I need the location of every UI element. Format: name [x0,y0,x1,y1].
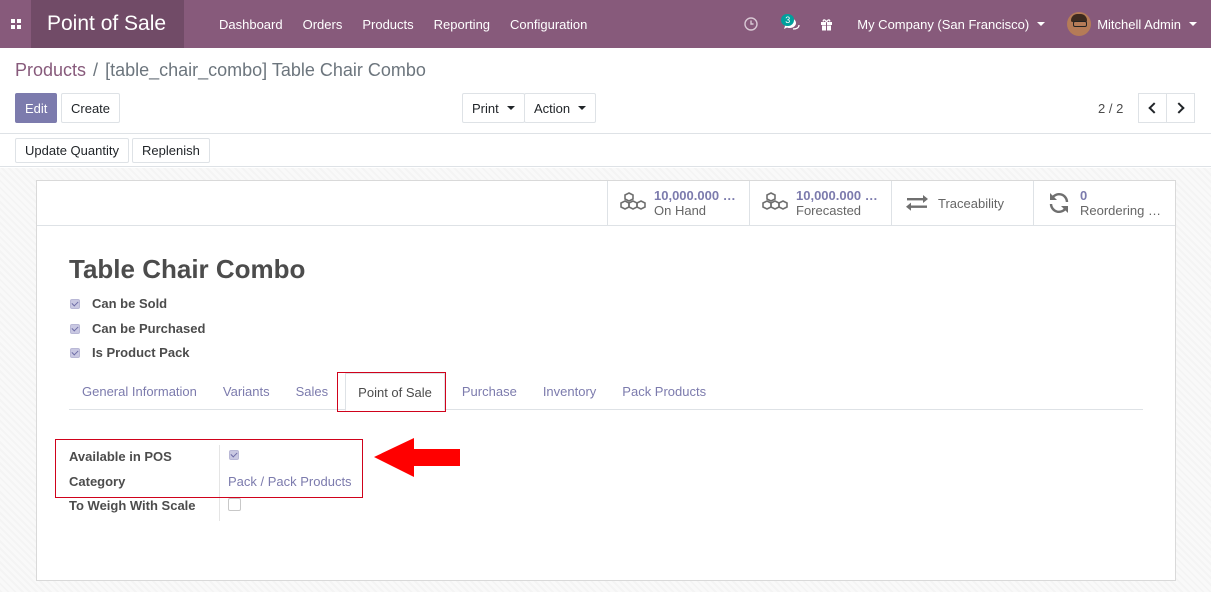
action-dropdown[interactable]: Action [524,93,596,123]
replenish-button[interactable]: Replenish [132,138,210,163]
print-label: Print [472,100,499,116]
to-weigh-with-scale-label: To Weigh With Scale [69,498,196,513]
pointer-arrow-icon [374,438,460,477]
pager-previous-button[interactable] [1138,93,1167,123]
messaging-button[interactable]: 3 [770,0,812,48]
caret-down-icon [1189,22,1197,26]
smart-button-box: 10,000.000 Units On Hand 10,000.000 Unit… [607,181,1175,225]
edit-button[interactable]: Edit [15,93,57,123]
is-product-pack-checkbox[interactable] [70,347,80,358]
navbar-systray: 3 My Company (San Francisco) Mitchell Ad… [736,0,1211,48]
tab-variants[interactable]: Variants [210,373,283,410]
user-menu[interactable]: Mitchell Admin [1067,12,1197,36]
company-name: My Company (San Francisco) [857,16,1030,32]
forecasted-button[interactable]: 10,000.000 Units Forecasted [749,181,891,225]
reordering-rules-label: Reordering Rules [1080,203,1170,218]
pager-value: 2 / 2 [1098,101,1124,116]
is-product-pack-row: Is Product Pack [70,345,190,360]
sheet-divider [37,225,1175,226]
activity-clock-icon[interactable] [736,0,766,48]
user-avatar [1067,12,1092,36]
user-name: Mitchell Admin [1097,16,1181,32]
chevron-right-icon [1173,102,1185,114]
menu-orders[interactable]: Orders [303,17,343,32]
tab-inventory[interactable]: Inventory [530,373,609,410]
product-name: Table Chair Combo [69,254,306,284]
tab-general-information[interactable]: General Information [69,373,210,410]
main-menu: Dashboard Orders Products Reporting Conf… [219,17,607,32]
form-sheet: 10,000.000 Units On Hand 10,000.000 Unit… [36,180,1176,581]
update-quantity-button[interactable]: Update Quantity [15,138,129,163]
on-hand-button[interactable]: 10,000.000 Units On Hand [607,181,749,225]
menu-dashboard[interactable]: Dashboard [219,17,283,32]
forecasted-value: 10,000.000 Units [796,188,886,203]
to-weigh-with-scale-checkbox[interactable] [228,498,241,511]
tab-sales[interactable]: Sales [283,373,342,410]
print-dropdown[interactable]: Print [462,93,525,123]
action-label: Action [534,100,571,116]
on-hand-label: On Hand [654,203,707,218]
company-switcher[interactable]: My Company (San Francisco) [857,16,1046,32]
form-tabs: General Information Variants Sales Point… [69,373,1143,411]
top-navbar: Point of Sale Dashboard Orders Products … [0,0,1211,48]
caret-down-icon [578,106,587,110]
chat-count-badge: 3 [781,14,795,26]
apps-menu-button[interactable] [0,0,31,48]
breadcrumb-current: [table_chair_combo] Table Chair Combo [105,60,426,80]
can-be-sold-label: Can be Sold [92,296,168,311]
grid-icon [10,19,21,29]
breadcrumb: Products / [table_chair_combo] Table Cha… [15,60,426,81]
exchange-icon [906,195,928,211]
reordering-rules-button[interactable]: 0 Reordering Rules [1033,181,1175,225]
forecasted-label: Forecasted [796,203,862,218]
can-be-sold-checkbox[interactable] [70,298,80,309]
traceability-button[interactable]: Traceability [891,181,1033,225]
chevron-left-icon [1148,102,1160,114]
can-be-purchased-checkbox[interactable] [70,323,80,334]
on-hand-value: 10,000.000 Units [654,188,744,203]
can-be-purchased-row: Can be Purchased [70,321,205,336]
tab-pack-products[interactable]: Pack Products [609,373,719,410]
cubes-icon [762,192,788,210]
reordering-rules-value: 0 [1080,188,1088,203]
breadcrumb-products[interactable]: Products [15,60,86,81]
cubes-icon [620,192,646,210]
tab-highlight-box [337,372,446,412]
traceability-label: Traceability [938,195,1004,211]
menu-products[interactable]: Products [362,17,413,32]
can-be-sold-row: Can be Sold [70,296,167,311]
breadcrumb-separator: / [93,60,99,80]
fields-highlight-box [55,439,363,498]
app-brand[interactable]: Point of Sale [31,0,184,48]
menu-reporting[interactable]: Reporting [434,17,490,32]
tab-purchase[interactable]: Purchase [449,373,530,410]
create-button[interactable]: Create [61,93,120,123]
refresh-icon [1049,193,1069,213]
is-product-pack-label: Is Product Pack [92,345,190,360]
menu-configuration[interactable]: Configuration [510,17,587,32]
caret-down-icon [506,106,515,110]
pager-next-button[interactable] [1166,93,1195,123]
gift-icon[interactable] [812,0,840,48]
can-be-purchased-label: Can be Purchased [92,321,206,336]
caret-down-icon [1037,22,1046,26]
